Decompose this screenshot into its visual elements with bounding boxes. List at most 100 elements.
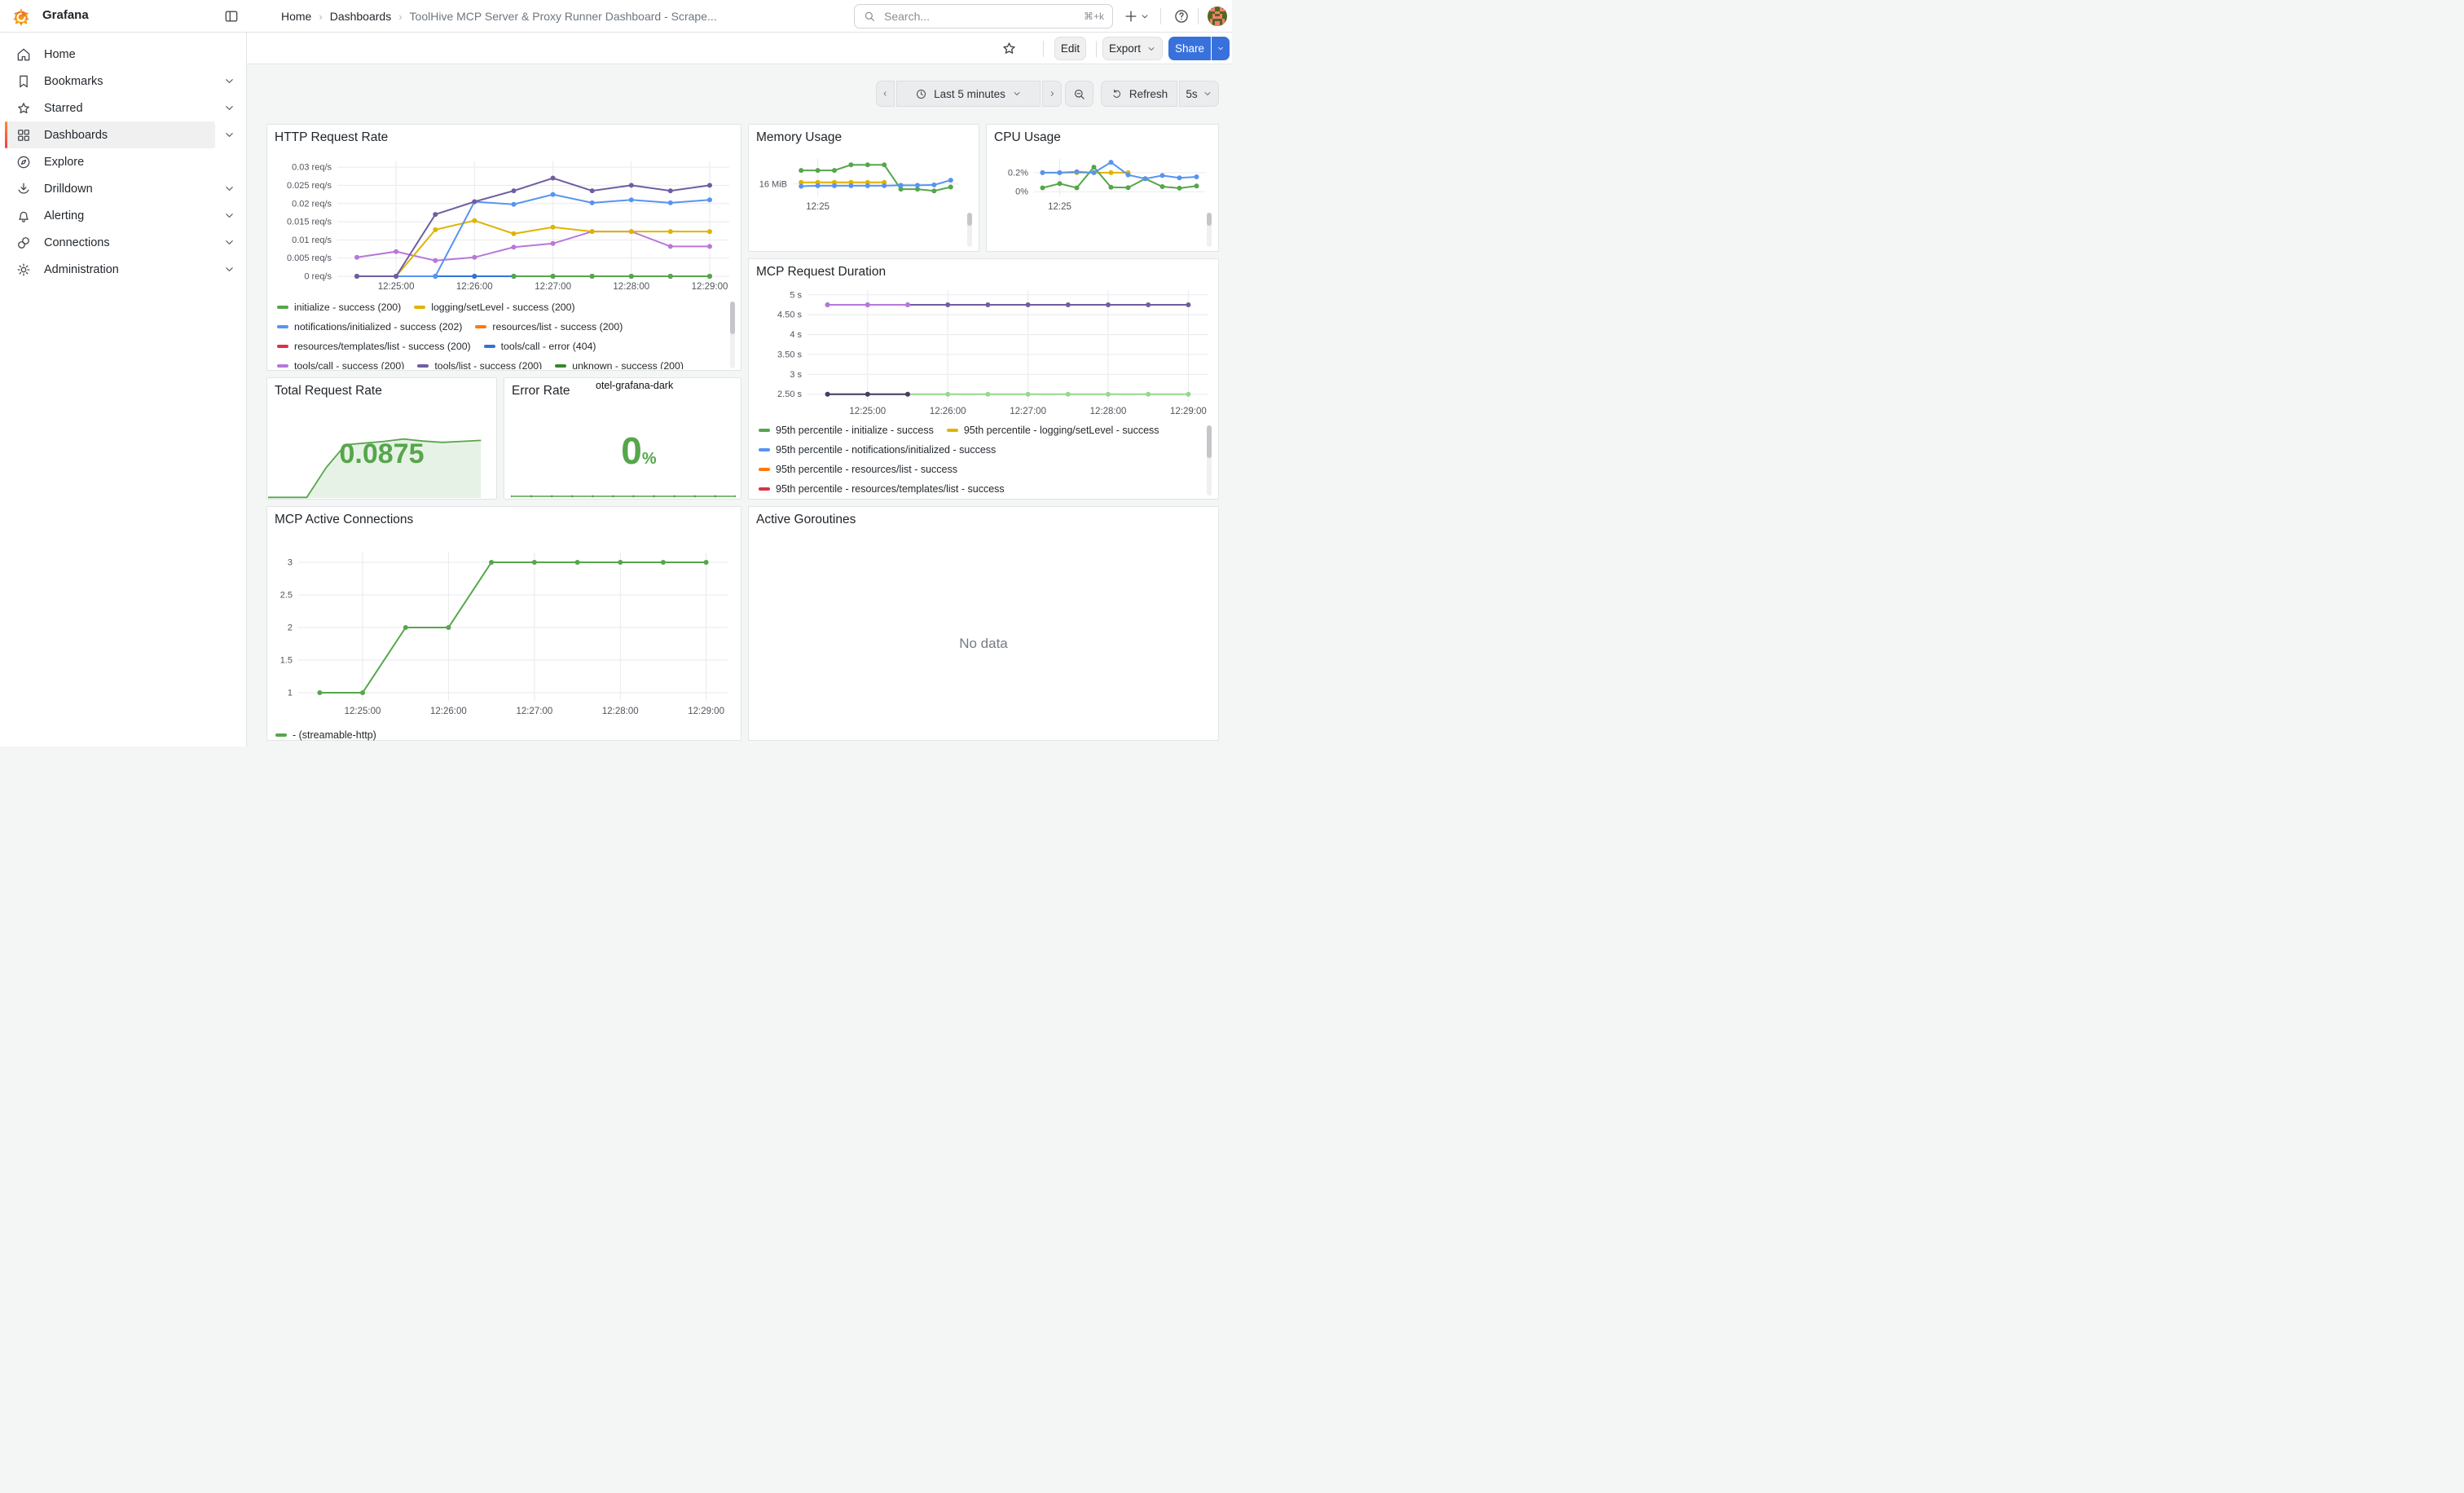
breadcrumb-item[interactable]: Home bbox=[281, 10, 311, 23]
http-request-rate-chart[interactable]: 0 req/s0.005 req/s0.01 req/s0.015 req/s0… bbox=[274, 154, 736, 297]
svg-text:12:29:00: 12:29:00 bbox=[692, 282, 728, 292]
svg-text:12:26:00: 12:26:00 bbox=[430, 707, 467, 716]
svg-text:0.025 req/s: 0.025 req/s bbox=[287, 181, 332, 191]
svg-text:2.5: 2.5 bbox=[280, 591, 293, 601]
legend-label: tools/call - success (200) bbox=[294, 360, 404, 369]
legend-label: resources/list - success (200) bbox=[492, 321, 623, 333]
time-range-picker[interactable]: Last 5 minutes bbox=[896, 81, 1041, 107]
legend-item[interactable]: notifications/initialized - success (202… bbox=[277, 320, 462, 333]
dashboard-toolbar: Edit Export Share bbox=[247, 33, 1232, 64]
legend-item[interactable]: initialize - success (200) bbox=[277, 301, 401, 314]
chevron-down-icon[interactable] bbox=[223, 183, 236, 196]
chevron-down-icon[interactable] bbox=[223, 209, 236, 222]
panel-title[interactable]: Total Request Rate bbox=[275, 384, 382, 399]
svg-text:5 s: 5 s bbox=[790, 290, 802, 300]
legend-scrollbar[interactable] bbox=[1207, 213, 1212, 247]
svg-text:4 s: 4 s bbox=[790, 330, 802, 340]
panel-title[interactable]: Memory Usage bbox=[756, 130, 842, 145]
sidebar-item-home[interactable]: Home bbox=[5, 41, 241, 68]
panel-title[interactable]: CPU Usage bbox=[994, 130, 1061, 145]
legend-item[interactable]: 95th percentile - resources/templates/li… bbox=[759, 482, 1005, 495]
legend-item[interactable]: 95th percentile - notifications/initiali… bbox=[759, 443, 996, 456]
chevron-down-icon[interactable] bbox=[223, 129, 236, 142]
share-dropdown-chevron-icon[interactable] bbox=[1212, 37, 1230, 60]
help-icon[interactable] bbox=[1173, 8, 1190, 24]
sidebar-item-connections[interactable]: Connections bbox=[5, 229, 241, 256]
sidebar-item-label: Starred bbox=[44, 102, 83, 115]
avatar[interactable] bbox=[1208, 7, 1227, 26]
legend-item[interactable]: 95th percentile - resources/list - succe… bbox=[759, 463, 957, 476]
edit-button[interactable]: Edit bbox=[1054, 37, 1086, 60]
error-rate-sparkline[interactable] bbox=[511, 490, 736, 498]
legend-swatch bbox=[277, 325, 288, 328]
memory-usage-chart[interactable]: 16 MiB12:25 bbox=[754, 152, 970, 214]
svg-text:12:27:00: 12:27:00 bbox=[535, 282, 571, 292]
legend-item[interactable]: resources/templates/list - success (200) bbox=[277, 340, 471, 353]
refresh-interval-dropdown[interactable]: 5s bbox=[1179, 81, 1219, 107]
time-forward-button[interactable] bbox=[1042, 81, 1062, 107]
legend-scrollbar[interactable] bbox=[1207, 425, 1212, 495]
search-input[interactable] bbox=[882, 9, 1084, 24]
svg-text:12:27:00: 12:27:00 bbox=[517, 707, 553, 716]
legend-item[interactable]: tools/call - error (404) bbox=[484, 340, 596, 353]
svg-text:1: 1 bbox=[288, 689, 293, 698]
apps-icon bbox=[15, 127, 32, 143]
svg-text:0.2%: 0.2% bbox=[1008, 168, 1028, 178]
legend-swatch bbox=[947, 429, 958, 432]
favorite-star-icon[interactable] bbox=[1001, 40, 1018, 57]
legend-item[interactable]: 95th percentile - initialize - success bbox=[759, 424, 934, 437]
chevron-down-icon[interactable] bbox=[223, 236, 236, 249]
legend-item[interactable]: 95th percentile - logging/setLevel - suc… bbox=[947, 424, 1159, 437]
legend-item[interactable]: unknown - success (200) bbox=[555, 359, 684, 369]
sidebar-item-bookmarks[interactable]: Bookmarks bbox=[5, 68, 241, 95]
sidebar-item-dashboards[interactable]: Dashboards bbox=[5, 121, 241, 148]
dock-sidebar-icon[interactable] bbox=[223, 8, 240, 24]
svg-text:2.50 s: 2.50 s bbox=[777, 390, 802, 399]
grafana-logo-icon[interactable] bbox=[11, 6, 32, 27]
mcp-active-connections-chart[interactable]: 32.521.5112:25:0012:26:0012:27:0012:28:0… bbox=[274, 533, 736, 727]
sidebar-item-alerting[interactable]: Alerting bbox=[5, 202, 241, 229]
sidebar-item-starred[interactable]: Starred bbox=[5, 95, 241, 121]
sidebar-item-label: Bookmarks bbox=[44, 75, 103, 88]
legend-label: - (streamable-http) bbox=[293, 729, 376, 741]
time-back-button[interactable] bbox=[876, 81, 895, 107]
sidebar-item-explore[interactable]: Explore bbox=[5, 148, 241, 175]
panel-error-rate: Error Rate otel-grafana-dark 0% bbox=[504, 377, 741, 500]
legend-scrollbar[interactable] bbox=[730, 302, 735, 368]
sidebar-item-administration[interactable]: Administration bbox=[5, 256, 241, 283]
add-chevron-icon[interactable] bbox=[1139, 8, 1151, 24]
legend-item[interactable]: resources/list - success (200) bbox=[475, 320, 623, 333]
refresh-button[interactable]: Refresh bbox=[1101, 81, 1177, 107]
share-button[interactable]: Share bbox=[1168, 37, 1211, 60]
breadcrumb-item[interactable]: Dashboards bbox=[330, 10, 392, 23]
panel-title[interactable]: Error Rate bbox=[512, 384, 570, 399]
legend-item[interactable]: logging/setLevel - success (200) bbox=[414, 301, 574, 314]
legend-item[interactable]: - (streamable-http) bbox=[275, 729, 376, 742]
legend-swatch bbox=[275, 733, 287, 737]
breadcrumb-separator: › bbox=[319, 11, 322, 23]
sidebar-item-drilldown[interactable]: Drilldown bbox=[5, 175, 241, 202]
svg-text:12:29:00: 12:29:00 bbox=[688, 707, 724, 716]
panel-title[interactable]: Active Goroutines bbox=[756, 513, 856, 527]
svg-text:12:28:00: 12:28:00 bbox=[1090, 407, 1127, 416]
panel-title[interactable]: MCP Request Duration bbox=[756, 265, 886, 280]
legend-label: tools/call - error (404) bbox=[501, 341, 596, 352]
svg-text:0.01 req/s: 0.01 req/s bbox=[292, 236, 332, 245]
svg-text:0.015 req/s: 0.015 req/s bbox=[287, 218, 332, 227]
legend-item[interactable]: tools/call - success (200) bbox=[277, 359, 404, 369]
search-box[interactable]: ⌘+k bbox=[854, 4, 1113, 29]
zoom-out-button[interactable] bbox=[1065, 81, 1093, 107]
chevron-down-icon[interactable] bbox=[223, 75, 236, 88]
panel-title[interactable]: MCP Active Connections bbox=[275, 513, 413, 527]
add-icon[interactable] bbox=[1123, 8, 1139, 24]
chevron-down-icon[interactable] bbox=[223, 102, 236, 115]
connections-legend: - (streamable-http) bbox=[275, 729, 376, 742]
legend-item[interactable]: tools/list - success (200) bbox=[417, 359, 542, 369]
cpu-usage-chart[interactable]: 0.2%0%12:25 bbox=[992, 152, 1213, 214]
chevron-down-icon[interactable] bbox=[223, 263, 236, 276]
legend-label: 95th percentile - notifications/initiali… bbox=[776, 444, 996, 456]
mcp-request-duration-chart[interactable]: 5 s4.50 s4 s3.50 s3 s2.50 s12:25:0012:26… bbox=[755, 284, 1213, 424]
panel-title[interactable]: HTTP Request Rate bbox=[275, 130, 388, 145]
export-button[interactable]: Export bbox=[1102, 37, 1163, 60]
legend-scrollbar[interactable] bbox=[967, 213, 972, 247]
